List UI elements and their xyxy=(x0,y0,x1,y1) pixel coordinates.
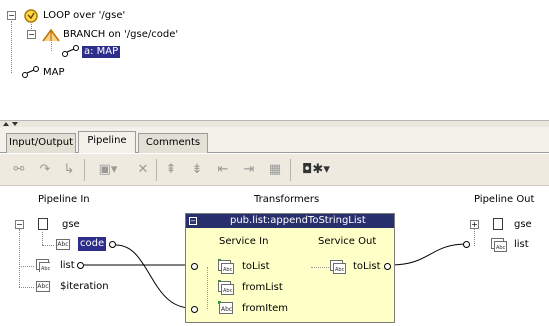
string-field-icon: Abc xyxy=(218,301,233,314)
connector-dot[interactable] xyxy=(463,241,470,248)
map-step-label-selected[interactable]: a: MAP xyxy=(82,46,121,58)
service-output-tolist[interactable]: toList xyxy=(353,261,381,272)
tree-line xyxy=(11,21,12,73)
delete-icon[interactable]: ✕ xyxy=(132,159,154,181)
pipeline-out-gse[interactable]: gse xyxy=(514,219,532,230)
toolbar-separator xyxy=(156,159,157,181)
loop-icon xyxy=(24,9,38,23)
tab-bar: Input/Output Pipeline Comments xyxy=(0,127,549,153)
service-in-header: Service In xyxy=(219,236,269,247)
connector-dot[interactable] xyxy=(191,263,198,270)
forward-icon[interactable]: ↷ xyxy=(34,159,56,181)
collapse-toggle[interactable]: − xyxy=(7,11,16,20)
tree-line xyxy=(51,42,52,51)
branch-step-label[interactable]: BRANCH on '/gse/code' xyxy=(63,29,178,41)
grid-icon[interactable]: ▦ xyxy=(264,159,286,181)
string-list-icon: Abc xyxy=(491,238,507,252)
branch-icon xyxy=(42,28,60,42)
string-list-icon: Abc xyxy=(330,260,346,274)
svg-text:Abc: Abc xyxy=(223,267,233,273)
service-name: pub.list:appendToStringList xyxy=(230,215,366,226)
service-input-fromitem[interactable]: fromItem xyxy=(242,303,288,314)
pipeline-toolbar: ⚯ ↷ ↳ ▣▾ ✕ ⇞ ⇟ ⇤ ⇥ ▦ ◘✱▾ xyxy=(0,154,549,186)
document-icon xyxy=(493,218,503,230)
tree-line xyxy=(207,267,208,309)
connector-dot[interactable] xyxy=(384,263,391,270)
service-input-fromlist[interactable]: fromList xyxy=(242,282,283,293)
map-icon xyxy=(62,45,79,57)
service-title-bar[interactable]: − pub.list:appendToStringList xyxy=(186,214,394,228)
pipeline-out-list[interactable]: list xyxy=(514,239,529,250)
expand-toggle[interactable]: + xyxy=(470,220,479,229)
svg-text:Abc: Abc xyxy=(221,306,232,313)
branch-icon[interactable]: ↳ xyxy=(58,159,80,181)
shift-right-icon[interactable]: ⇥ xyxy=(238,159,260,181)
map-options-icon[interactable]: ◘✱▾ xyxy=(294,159,338,181)
map-step-label[interactable]: MAP xyxy=(43,67,65,79)
tree-line xyxy=(311,267,331,268)
service-invoke-box[interactable]: − pub.list:appendToStringList Service In… xyxy=(185,213,395,323)
service-out-header: Service Out xyxy=(318,236,377,247)
connector-dot[interactable] xyxy=(191,306,198,313)
toolbar-separator xyxy=(290,159,291,181)
collapse-box-icon[interactable]: − xyxy=(189,217,197,225)
tab-comments[interactable]: Comments xyxy=(138,133,208,153)
map-line-code-fromitem xyxy=(115,244,192,309)
string-list-icon: Abc xyxy=(218,259,234,274)
splitter[interactable] xyxy=(0,120,549,127)
tree-line xyxy=(474,229,475,246)
shift-left-icon[interactable]: ⇤ xyxy=(212,159,234,181)
shift-up-icon[interactable]: ⇞ xyxy=(160,159,182,181)
tab-pipeline[interactable]: Pipeline xyxy=(78,131,136,153)
map-line-tolist-out xyxy=(390,243,468,266)
collapse-toggle[interactable]: − xyxy=(27,30,36,39)
loop-step-label[interactable]: LOOP over '/gse' xyxy=(43,10,125,22)
flow-tree: − LOOP over '/gse' − BRANCH on '/gse/cod… xyxy=(0,0,549,117)
string-list-icon: Abc xyxy=(218,280,234,295)
shift-down-icon[interactable]: ⇟ xyxy=(186,159,208,181)
toolbar-separator xyxy=(84,159,85,181)
svg-text:Abc: Abc xyxy=(496,245,506,251)
abc-dropdown-icon[interactable]: ▣▾ xyxy=(90,159,126,181)
tab-input-output[interactable]: Input/Output xyxy=(6,133,76,153)
service-input-tolist[interactable]: toList xyxy=(242,261,270,272)
svg-text:Abc: Abc xyxy=(335,267,345,273)
svg-text:Abc: Abc xyxy=(223,288,233,294)
map-icon xyxy=(22,66,39,78)
link-icon[interactable]: ⚯ xyxy=(8,159,30,181)
